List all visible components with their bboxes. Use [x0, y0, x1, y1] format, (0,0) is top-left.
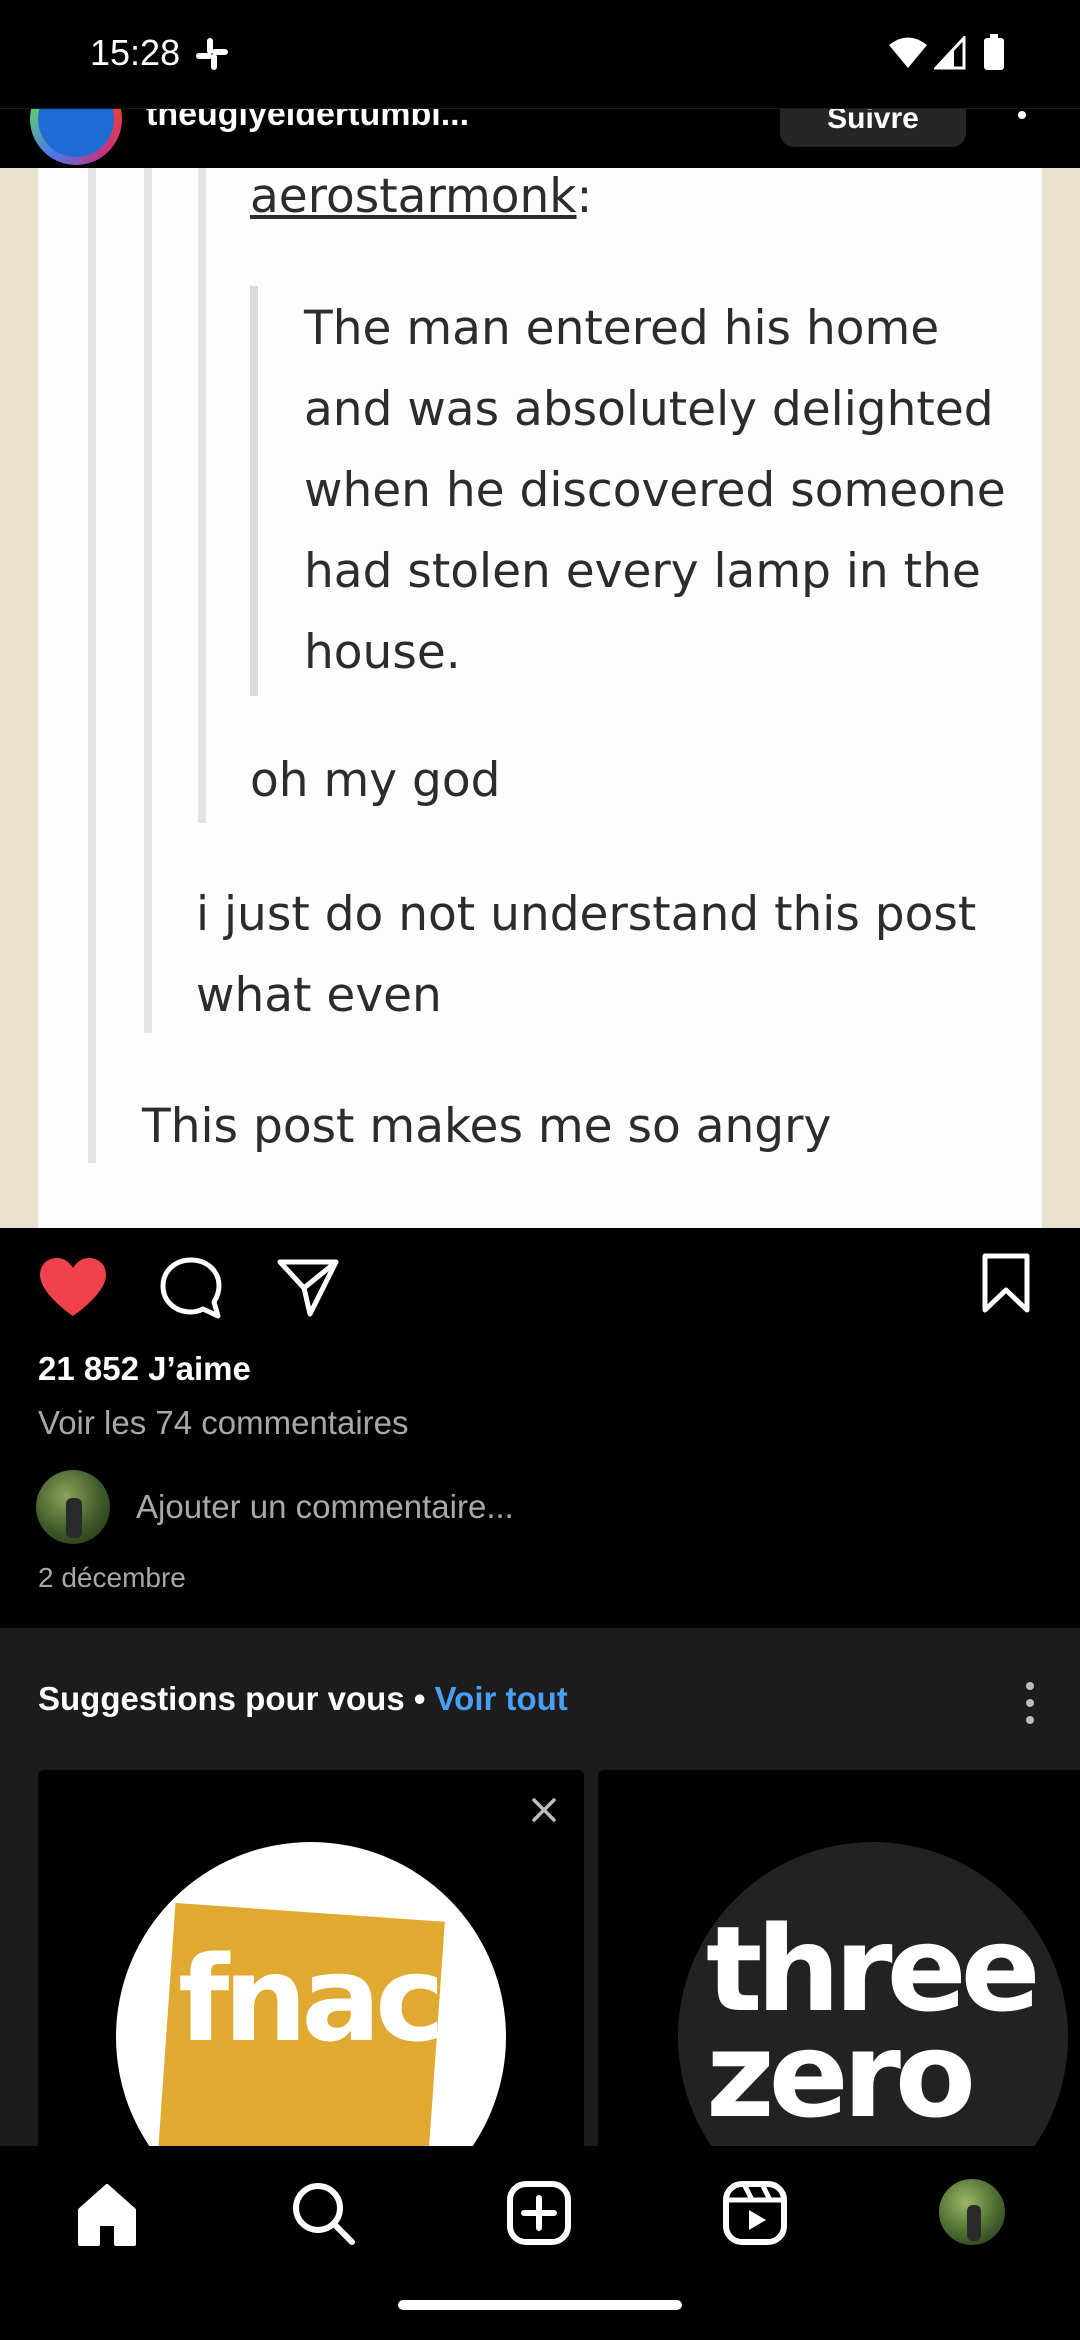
more-options-icon[interactable] [1016, 109, 1028, 149]
dismiss-close-icon[interactable] [528, 1794, 560, 1826]
quote-line: and was absolutely delighted [304, 382, 994, 437]
see-all-link[interactable]: Voir tout [435, 1680, 568, 1717]
wifi-icon [889, 37, 927, 68]
threezero-logo-line: zero [706, 2006, 976, 2144]
suggested-account-avatar[interactable]: three zero [678, 1842, 1068, 2148]
reels-icon[interactable] [722, 2180, 788, 2246]
quote-bar [198, 168, 206, 823]
reply-two-line: what even [196, 968, 442, 1023]
comment-icon[interactable] [158, 1256, 224, 1320]
post-image[interactable]: aerostarmonk: The man entered his home a… [0, 168, 1080, 1228]
likes-count[interactable]: 21 852 J’aime [38, 1350, 251, 1388]
suggested-account-avatar[interactable]: fnac [116, 1842, 506, 2148]
post-header: theuglyeldertumbl... Suivre [0, 108, 1080, 168]
quote-bar [88, 168, 96, 1163]
like-heart-icon[interactable] [38, 1256, 108, 1318]
quote-line: The man entered his home [304, 301, 940, 356]
username-colon: : [576, 169, 593, 224]
fnac-logo-text: fnac [178, 1930, 445, 2068]
suggestions-title: Suggestions pour vous [38, 1680, 405, 1717]
author-username[interactable]: theuglyeldertumbl... [146, 109, 469, 134]
save-bookmark-icon[interactable] [980, 1252, 1032, 1314]
status-bar: 15:28 [0, 0, 1080, 108]
slack-icon [196, 38, 228, 70]
quoted-text: The man entered his home and was absolut… [304, 288, 1006, 693]
suggestion-card[interactable]: fnac [38, 1770, 584, 2148]
suggestions-section: Suggestions pour vous • Voir tout fnac t… [0, 1628, 1080, 2148]
create-post-icon[interactable] [506, 2180, 572, 2246]
reply-two: i just do not understand this post what … [196, 874, 976, 1036]
bottom-navigation [0, 2146, 1080, 2340]
suggestion-card[interactable]: three zero [598, 1770, 1080, 2148]
tumblr-username: aerostarmonk [250, 169, 577, 224]
home-icon[interactable] [74, 2182, 140, 2248]
home-gesture-bar[interactable] [398, 2300, 682, 2310]
title-separator: • [404, 1680, 435, 1717]
current-user-avatar [36, 1470, 110, 1544]
suggestions-more-icon[interactable] [1024, 1680, 1036, 1726]
signal-icon [934, 36, 966, 70]
profile-avatar[interactable] [936, 2176, 1008, 2248]
tumblr-username-line: aerostarmonk: [250, 168, 592, 237]
reply-three: This post makes me so angry [142, 1099, 832, 1154]
quote-line: house. [304, 625, 461, 680]
search-icon[interactable] [290, 2180, 356, 2246]
reply-one: oh my god [250, 753, 501, 808]
quote-line: had stolen every lamp in the [304, 544, 981, 599]
status-time: 15:28 [90, 32, 181, 73]
follow-button[interactable]: Suivre [780, 109, 966, 147]
quote-bar [144, 168, 152, 1033]
author-avatar[interactable] [30, 109, 122, 165]
share-send-icon[interactable] [276, 1256, 340, 1318]
view-comments-link[interactable]: Voir les 74 commentaires [38, 1404, 409, 1442]
post-action-bar [0, 1228, 1080, 1348]
add-comment-input[interactable]: Ajouter un commentaire... [136, 1488, 514, 1526]
quote-line: when he discovered someone [304, 463, 1006, 518]
tumblr-screenshot: aerostarmonk: The man entered his home a… [38, 168, 1042, 1228]
reply-two-line: i just do not understand this post [196, 887, 977, 942]
post-date: 2 décembre [38, 1562, 186, 1593]
quote-bar [250, 286, 258, 696]
suggestions-header: Suggestions pour vous • Voir tout [38, 1680, 568, 1718]
battery-icon [984, 34, 1004, 70]
